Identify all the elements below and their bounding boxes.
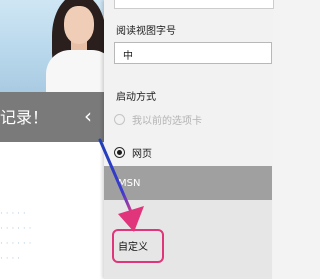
page-link[interactable]: · · · · · · — [0, 238, 112, 251]
dropdown-option-msn[interactable]: MSN — [104, 166, 272, 200]
startup-label: 启动方式 — [116, 92, 156, 103]
dropdown-option-blank[interactable] — [104, 200, 272, 230]
banner-caption: 记录！ — [0, 108, 49, 127]
banner-photo — [0, 0, 112, 92]
radio-icon — [114, 113, 125, 125]
page-link[interactable]: · · · · · — [0, 208, 112, 221]
page-link-list: · · · · · · · · · · · · · · · · · · · · … — [0, 208, 112, 268]
font-size-value: 中 — [123, 51, 133, 62]
reading-view-font-size-select[interactable]: 中 — [114, 42, 272, 64]
chevron-left-icon[interactable]: ‹ — [84, 106, 92, 126]
custom-option-highlight — [112, 229, 164, 263]
radio-previous-tabs[interactable]: 我以前的选项卡 — [114, 112, 202, 127]
page-link[interactable]: · · · · — [0, 253, 112, 266]
radio-webpage[interactable]: 网页 — [114, 145, 152, 160]
radio-previous-tabs-label: 我以前的选项卡 — [132, 115, 202, 127]
radio-selected-icon — [114, 146, 125, 158]
top-select[interactable] — [114, 0, 274, 9]
reading-view-font-size-label: 阅读视图字号 — [116, 26, 176, 37]
radio-webpage-label: 网页 — [132, 148, 152, 160]
browser-background: 记录！ ‹ · · · · · · · · · · · · · · · · · … — [0, 0, 112, 279]
page-link[interactable]: · · · · · · — [0, 223, 112, 236]
